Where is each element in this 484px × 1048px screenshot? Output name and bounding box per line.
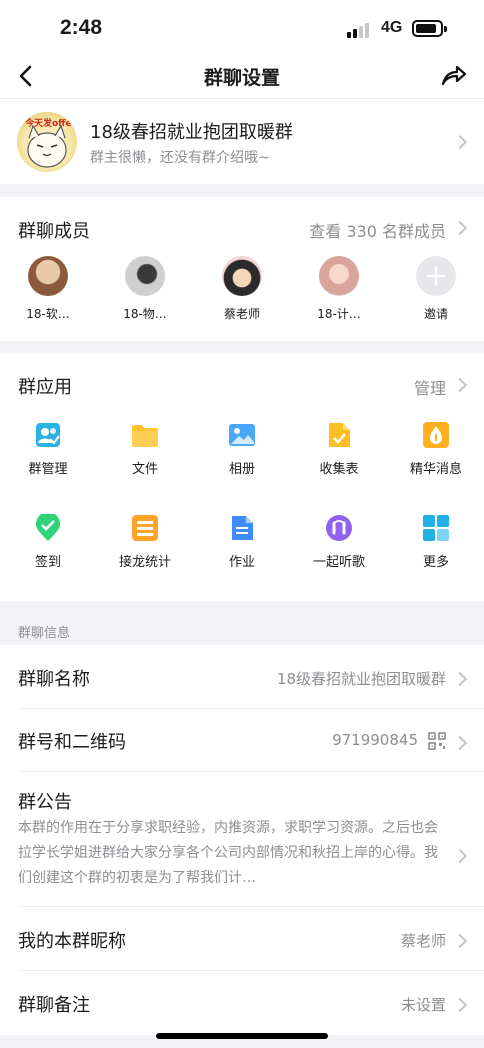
my-nickname-row[interactable]: 我的本群昵称 蔡老师 xyxy=(0,907,484,971)
album-icon xyxy=(229,424,255,446)
group-profile-card[interactable]: 今天发offer 18级春招就业抱团取暖群 群主很懒，还没有群介绍哦~ xyxy=(0,98,484,184)
view-all-members-link[interactable]: 查看 330 名群成员 xyxy=(309,218,446,242)
app-label: 文件 xyxy=(131,462,158,477)
group-name: 18级春招就业抱团取暖群 xyxy=(90,122,293,143)
member-avatar xyxy=(222,256,262,296)
app-essence-message[interactable]: 精华消息 xyxy=(388,421,484,477)
member-avatar xyxy=(319,256,359,296)
chevron-right-icon xyxy=(457,135,466,149)
status-bar: 2:48 4G xyxy=(0,0,484,56)
members-list: 18-软… 18-物… 蔡老师 18-计… 邀请 xyxy=(0,256,484,326)
collection-form-icon xyxy=(329,423,350,447)
chevron-right-icon[interactable] xyxy=(457,221,466,235)
group-number-value: 971990845 xyxy=(332,731,418,749)
share-button[interactable] xyxy=(438,61,468,91)
app-label: 签到 xyxy=(34,555,61,570)
member-avatar xyxy=(28,256,68,296)
app-label: 精华消息 xyxy=(409,462,462,477)
app-more[interactable]: 更多 xyxy=(388,514,484,570)
app-group-manage[interactable]: 群管理 xyxy=(0,421,96,477)
qr-code-icon xyxy=(428,732,446,750)
app-check-in[interactable]: 签到 xyxy=(0,514,96,570)
signal-icon xyxy=(347,22,375,38)
member-item[interactable]: 18-软… xyxy=(0,256,96,322)
group-avatar: 今天发offer xyxy=(17,112,77,172)
group-notice-label: 群公告 xyxy=(18,792,72,813)
homework-icon xyxy=(232,516,253,540)
member-item[interactable]: 18-物… xyxy=(97,256,193,322)
app-listen-together[interactable]: 一起听歌 xyxy=(291,514,387,570)
essence-message-icon xyxy=(423,422,449,448)
listen-together-icon xyxy=(326,515,352,541)
app-label: 相册 xyxy=(228,462,255,477)
member-name: 18-软… xyxy=(26,307,70,321)
group-number-label: 群号和二维码 xyxy=(18,732,126,753)
group-info-header: 群聊信息 xyxy=(18,626,71,641)
app-label: 更多 xyxy=(422,555,449,570)
cartoon-cat-icon xyxy=(27,124,67,168)
chevron-right-icon[interactable] xyxy=(457,378,466,392)
member-name: 18-计… xyxy=(317,307,361,321)
invite-member-button[interactable]: 邀请 xyxy=(388,256,484,322)
check-in-icon xyxy=(36,514,60,541)
battery-level xyxy=(416,24,436,33)
group-intro: 群主很懒，还没有群介绍哦~ xyxy=(90,150,270,166)
group-notice-text: 本群的作用在于分享求职经验，内推资源，求职学习资源。之后也会拉学长学姐进群给大家… xyxy=(18,820,438,886)
my-nickname-value: 蔡老师 xyxy=(400,932,446,950)
chevron-right-icon xyxy=(457,998,466,1012)
group-remark-row[interactable]: 群聊备注 未设置 xyxy=(0,971,484,1035)
group-notice-row[interactable]: 群公告 本群的作用在于分享求职经验，内推资源，求职学习资源。之后也会拉学长学姐进… xyxy=(0,772,484,907)
my-nickname-label: 我的本群昵称 xyxy=(18,931,126,952)
network-type: 4G xyxy=(381,19,403,36)
group-apps-card: 群应用 管理 群管理 文件 相册 收集表 精华消息 签到 接龙统计 作业 一起听… xyxy=(0,353,484,601)
chevron-right-icon xyxy=(457,934,466,948)
page-title: 群聊设置 xyxy=(203,67,280,89)
status-time: 2:48 xyxy=(60,16,103,39)
folder-icon xyxy=(132,425,158,447)
members-card: 群聊成员 查看 330 名群成员 18-软… 18-物… 蔡老师 18-计… 邀… xyxy=(0,197,484,341)
app-relay-stats[interactable]: 接龙统计 xyxy=(97,514,193,570)
group-name-row[interactable]: 群聊名称 18级春招就业抱团取暖群 xyxy=(0,645,484,709)
app-collection-form[interactable]: 收集表 xyxy=(291,421,387,477)
member-name: 18-物… xyxy=(123,307,167,321)
more-apps-icon xyxy=(423,515,449,541)
app-label: 接龙统计 xyxy=(118,555,171,570)
relay-stats-icon xyxy=(132,515,158,541)
chevron-right-icon xyxy=(457,672,466,686)
members-title: 群聊成员 xyxy=(18,221,90,242)
app-label: 群管理 xyxy=(28,462,68,477)
group-name-label: 群聊名称 xyxy=(18,669,90,690)
home-indicator xyxy=(156,1033,328,1039)
app-homework[interactable]: 作业 xyxy=(194,514,290,570)
app-label: 一起听歌 xyxy=(312,555,365,570)
group-manage-icon xyxy=(36,423,60,447)
app-files[interactable]: 文件 xyxy=(97,421,193,477)
group-remark-label: 群聊备注 xyxy=(18,995,90,1016)
member-name: 蔡老师 xyxy=(223,307,260,321)
invite-label: 邀请 xyxy=(423,307,448,321)
group-name-value: 18级春招就业抱团取暖群 xyxy=(276,670,446,688)
member-avatar xyxy=(125,256,165,296)
share-arrow-icon xyxy=(441,65,467,86)
nav-bar: 群聊设置 xyxy=(0,56,484,98)
member-item[interactable]: 18-计… xyxy=(291,256,387,322)
group-info-card: 群聊名称 18级春招就业抱团取暖群 群号和二维码 971990845 群公告 本… xyxy=(0,645,484,1035)
app-label: 作业 xyxy=(228,555,255,570)
member-item[interactable]: 蔡老师 xyxy=(194,256,290,322)
chevron-right-icon xyxy=(457,849,466,863)
app-label: 收集表 xyxy=(319,462,359,477)
battery-icon xyxy=(412,20,447,37)
chevron-right-icon xyxy=(457,736,466,750)
plus-icon xyxy=(416,256,456,296)
manage-apps-link[interactable]: 管理 xyxy=(414,375,446,399)
group-number-row[interactable]: 群号和二维码 971990845 xyxy=(0,709,484,772)
group-remark-value: 未设置 xyxy=(400,996,446,1014)
apps-title: 群应用 xyxy=(18,377,72,398)
app-album[interactable]: 相册 xyxy=(194,421,290,477)
